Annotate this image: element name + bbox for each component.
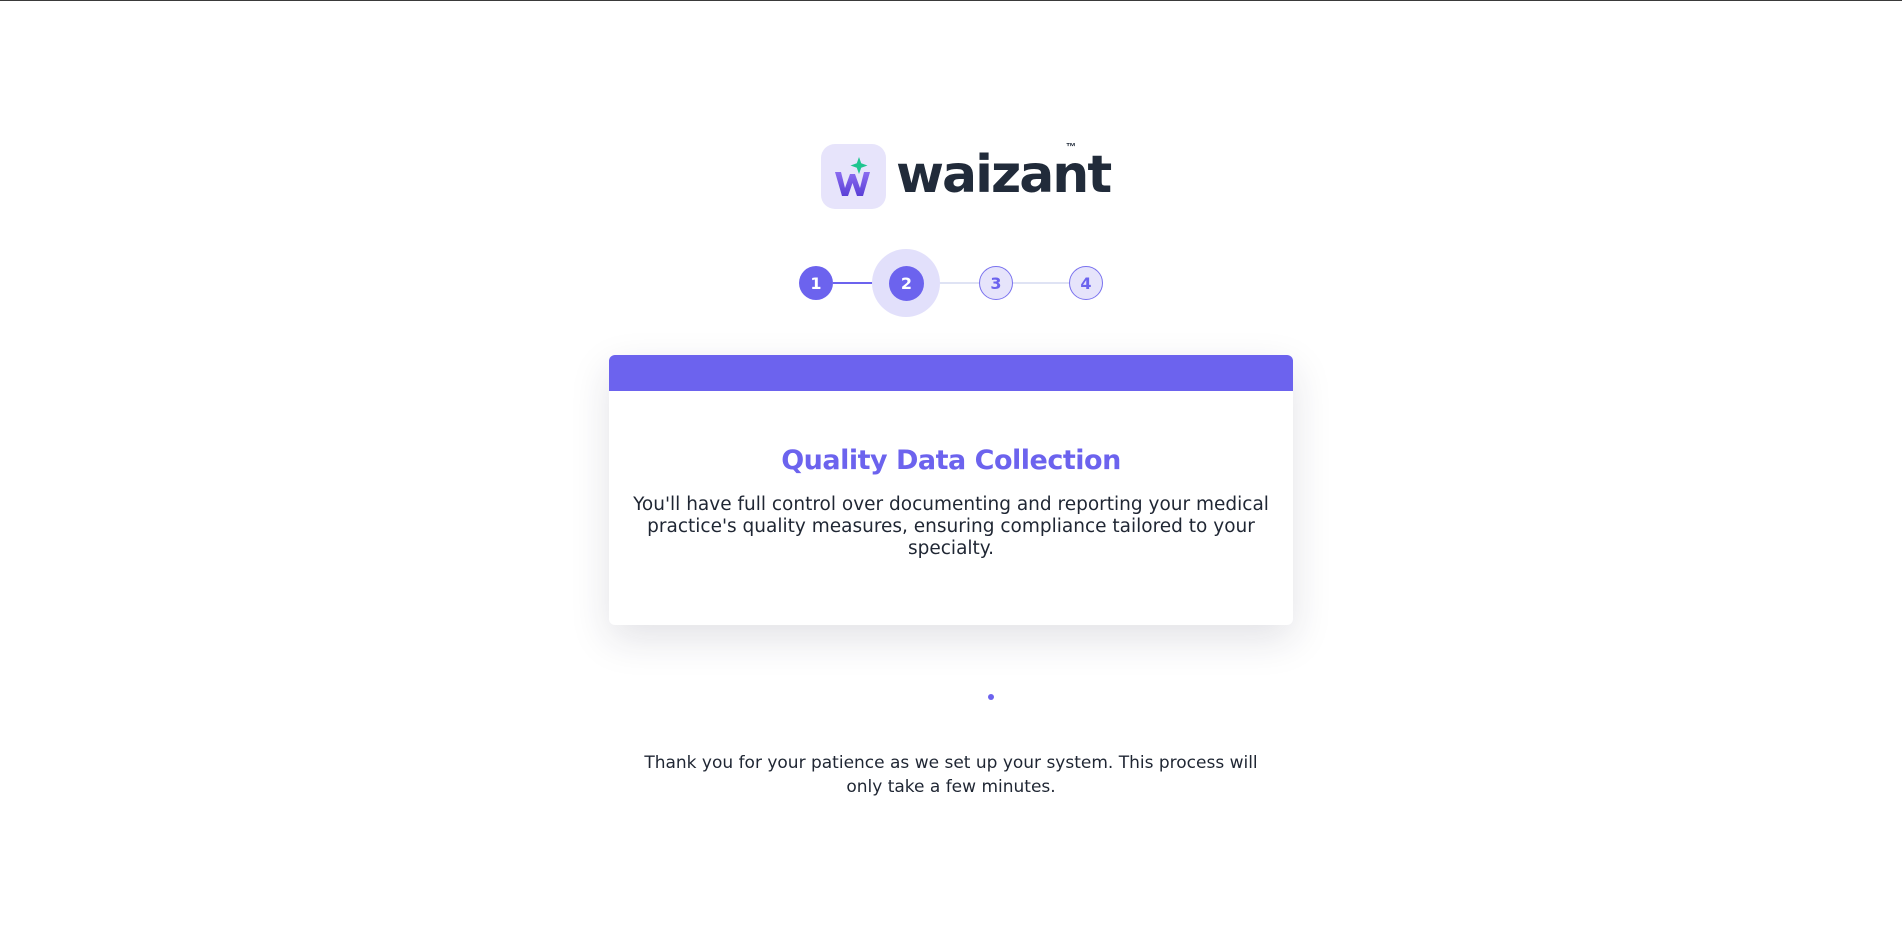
card-header-band <box>609 355 1293 391</box>
card-title: Quality Data Collection <box>781 445 1121 476</box>
feature-card: Quality Data Collection You'll have full… <box>609 355 1293 625</box>
brand-wordmark: waizant <box>896 144 1112 205</box>
setup-message: Thank you for your patience as we set up… <box>644 753 1258 797</box>
step-3-label: 3 <box>990 273 1002 293</box>
step-1-label: 1 <box>810 273 822 293</box>
step-connector-3-4 <box>1013 282 1069 284</box>
waizant-logo: waizant <box>821 143 1112 210</box>
top-border <box>0 0 1902 1</box>
w-sparkle-icon <box>834 156 870 196</box>
step-2-current: 2 <box>889 266 924 301</box>
step-4: 4 <box>1069 266 1103 300</box>
logo-mark-icon <box>821 144 886 209</box>
step-4-label: 4 <box>1080 273 1092 293</box>
card-description: You'll have full control over documentin… <box>633 494 1269 559</box>
step-connector-2-3 <box>923 282 979 284</box>
loading-indicator <box>988 694 994 700</box>
step-connector-1-2 <box>833 282 889 284</box>
trademark-symbol: ™ <box>1066 142 1076 153</box>
step-2-label: 2 <box>900 274 913 293</box>
setup-screen: waizant ™ 1 2 3 4 Quality Data Collectio… <box>0 0 1902 933</box>
step-1: 1 <box>799 266 833 300</box>
step-3: 3 <box>979 266 1013 300</box>
